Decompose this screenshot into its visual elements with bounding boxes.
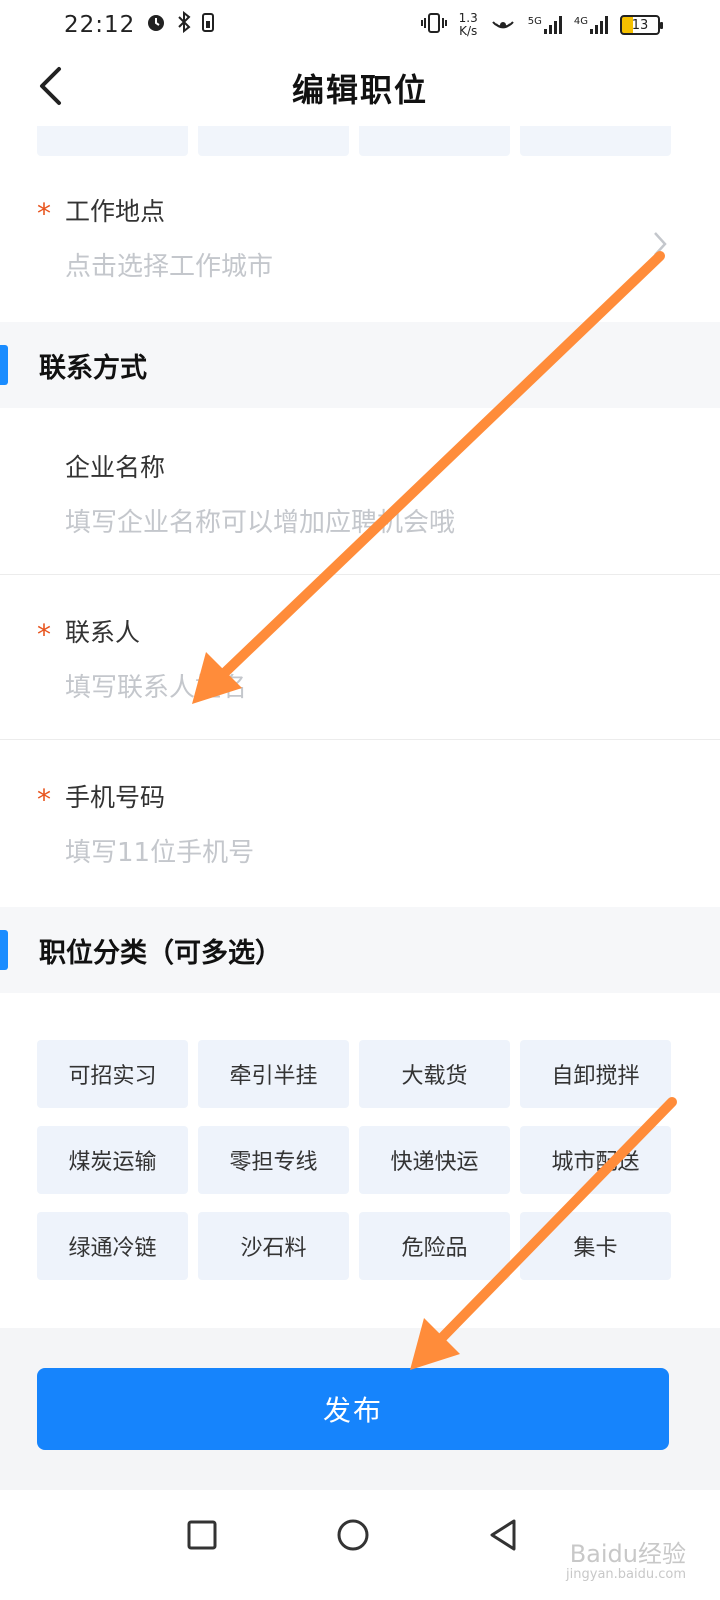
alarm-icon [145, 11, 167, 39]
signal-5g: 5G [528, 16, 562, 34]
chevron-left-icon [37, 66, 63, 110]
section-category-title: 职位分类（可多选） [39, 937, 282, 969]
net-speed-unit: K/s [459, 24, 478, 38]
back-nav-button[interactable] [478, 1512, 528, 1562]
category-tag[interactable]: 可招实习 [37, 1040, 188, 1108]
phone-input[interactable]: 填写11位手机号 [65, 832, 254, 869]
home-button[interactable] [328, 1512, 378, 1562]
system-nav-bar: Baidu经验 jingyan.baidu.com [0, 1490, 720, 1600]
signal-4g: 4G [574, 16, 608, 34]
category-tag[interactable]: 大载货 [359, 1040, 510, 1108]
work-location-field[interactable]: * 工作地点 点击选择工作城市 [0, 180, 720, 320]
hotspot-icon [490, 12, 516, 38]
battery-level: 13 [631, 17, 649, 33]
section-contact-title: 联系方式 [39, 352, 147, 384]
contact-person-field[interactable]: * 联系人 填写联系人姓名 [0, 575, 720, 739]
signal-4g-icon [590, 16, 608, 34]
battery-icon: 13 [620, 15, 663, 35]
required-mark: * [37, 783, 51, 816]
watermark-logo: Baidu经验 jingyan.baidu.com [566, 1541, 686, 1582]
vibrate-icon [420, 12, 447, 38]
section-contact: 联系方式 [0, 322, 720, 408]
category-tag[interactable]: 危险品 [359, 1212, 510, 1280]
net-speed: 1.3 K/s [459, 12, 478, 38]
category-tag[interactable]: 快递快运 [359, 1126, 510, 1194]
chevron-right-icon [652, 230, 668, 262]
category-tags: 可招实习 牵引半挂 大载货 自卸搅拌 煤炭运输 零担专线 快递快运 城市配送 绿… [37, 1040, 671, 1280]
page-title: 编辑职位 [291, 71, 428, 109]
scrolled-tag[interactable] [37, 126, 188, 156]
bluetooth-icon [177, 10, 191, 39]
publish-button[interactable]: 发布 [37, 1368, 669, 1450]
work-location-placeholder: 点击选择工作城市 [65, 252, 274, 282]
triangle-back-icon [487, 1518, 519, 1556]
scrolled-tag[interactable] [520, 126, 671, 156]
required-mark: * [37, 197, 51, 230]
category-tag[interactable]: 牵引半挂 [198, 1040, 349, 1108]
signal-5g-label: 5G [527, 16, 542, 27]
watermark-main: Baidu经验 [569, 1540, 686, 1569]
company-name-field[interactable]: 企业名称 填写企业名称可以增加应聘机会哦 [0, 408, 720, 574]
recent-apps-button[interactable] [177, 1512, 227, 1562]
category-tag[interactable]: 集卡 [520, 1212, 671, 1280]
required-mark: * [37, 618, 51, 651]
square-icon [186, 1519, 218, 1555]
category-tag[interactable]: 绿通冷链 [37, 1212, 188, 1280]
category-tag[interactable]: 零担专线 [198, 1126, 349, 1194]
phone-label: 手机号码 [65, 783, 166, 812]
nav-bar: 编辑职位 [0, 50, 720, 126]
battery-saver-icon [201, 11, 215, 39]
company-name-input[interactable]: 填写企业名称可以增加应聘机会哦 [65, 502, 455, 539]
category-tag[interactable]: 城市配送 [520, 1126, 671, 1194]
contact-person-input[interactable]: 填写联系人姓名 [65, 667, 247, 704]
phone-field[interactable]: * 手机号码 填写11位手机号 [0, 740, 720, 906]
section-category: 职位分类（可多选） [0, 907, 720, 993]
section-accent [0, 930, 8, 970]
status-time: 22:12 [64, 12, 136, 38]
company-name-label: 企业名称 [65, 453, 166, 482]
circle-icon [336, 1518, 370, 1556]
category-tag[interactable]: 自卸搅拌 [520, 1040, 671, 1108]
status-bar: 22:12 1.3 K/s 5G 4G 13 [0, 0, 720, 50]
category-tag[interactable]: 沙石料 [198, 1212, 349, 1280]
scrolled-tag[interactable] [198, 126, 349, 156]
work-location-label: 工作地点 [65, 197, 166, 226]
back-button[interactable] [30, 66, 70, 110]
category-tag[interactable]: 煤炭运输 [37, 1126, 188, 1194]
required-spacer [37, 462, 65, 470]
contact-person-label: 联系人 [65, 618, 141, 647]
scrolled-tag[interactable] [359, 126, 510, 156]
signal-5g-icon [543, 16, 562, 34]
signal-4g-label: 4G [573, 16, 588, 27]
section-accent [0, 345, 8, 385]
watermark-sub: jingyan.baidu.com [566, 1566, 686, 1582]
scrolled-tag-row [37, 126, 671, 156]
